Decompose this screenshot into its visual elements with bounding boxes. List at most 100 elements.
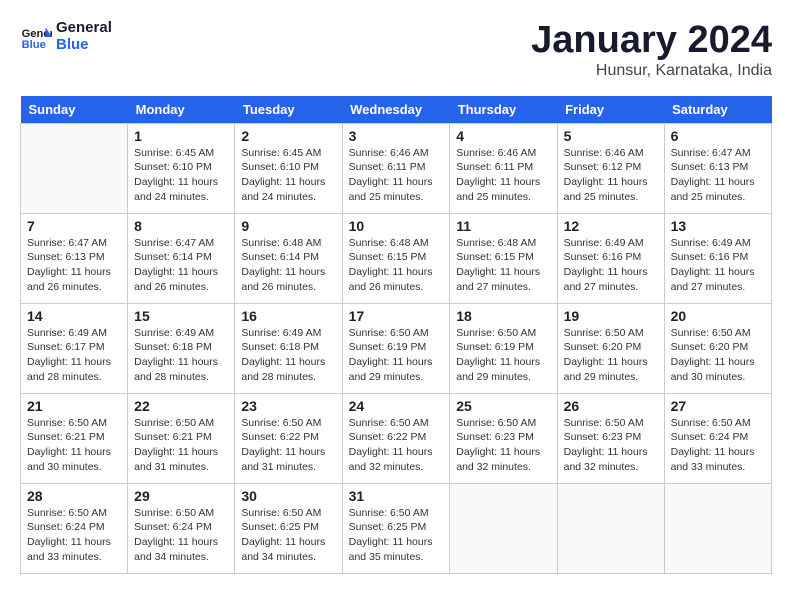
date-number: 5 xyxy=(564,128,658,144)
calendar-cell: 29 Sunrise: 6:50 AM Sunset: 6:24 PM Dayli… xyxy=(128,483,235,573)
date-number: 20 xyxy=(671,308,765,324)
cell-info: Sunrise: 6:50 AM Sunset: 6:25 PM Dayligh… xyxy=(349,506,444,565)
calendar-cell: 18 Sunrise: 6:50 AM Sunset: 6:19 PM Dayli… xyxy=(450,303,557,393)
date-number: 28 xyxy=(27,488,121,504)
cell-info: Sunrise: 6:50 AM Sunset: 6:23 PM Dayligh… xyxy=(564,416,658,475)
date-number: 11 xyxy=(456,218,550,234)
calendar-cell: 17Sunrise: 6:50 AM Sunset: 6:19 PM Dayli… xyxy=(342,303,450,393)
calendar-cell: 5 Sunrise: 6:46 AM Sunset: 6:12 PM Daylig… xyxy=(557,123,664,213)
calendar-cell: 16 Sunrise: 6:49 AM Sunset: 6:18 PM Dayli… xyxy=(235,303,342,393)
calendar-cell: 30Sunrise: 6:50 AM Sunset: 6:25 PM Dayli… xyxy=(235,483,342,573)
cell-info: Sunrise: 6:49 AM Sunset: 6:16 PM Dayligh… xyxy=(671,236,765,295)
calendar-cell: 9 Sunrise: 6:48 AM Sunset: 6:14 PM Daylig… xyxy=(235,213,342,303)
calendar-subtitle: Hunsur, Karnataka, India xyxy=(531,62,772,80)
date-number: 16 xyxy=(241,308,335,324)
date-number: 24 xyxy=(349,398,444,414)
date-number: 26 xyxy=(564,398,658,414)
cell-info: Sunrise: 6:50 AM Sunset: 6:25 PM Dayligh… xyxy=(241,506,335,565)
calendar-cell: 12 Sunrise: 6:49 AM Sunset: 6:16 PM Dayli… xyxy=(557,213,664,303)
week-row-4: 21 Sunrise: 6:50 AM Sunset: 6:21 PM Dayli… xyxy=(21,393,772,483)
day-header-monday: Monday xyxy=(128,96,235,124)
cell-info: Sunrise: 6:47 AM Sunset: 6:13 PM Dayligh… xyxy=(27,236,121,295)
cell-info: Sunrise: 6:50 AM Sunset: 6:23 PM Dayligh… xyxy=(456,416,550,475)
calendar-cell xyxy=(664,483,771,573)
date-number: 29 xyxy=(134,488,228,504)
cell-info: Sunrise: 6:49 AM Sunset: 6:16 PM Dayligh… xyxy=(564,236,658,295)
cell-info: Sunrise: 6:50 AM Sunset: 6:20 PM Dayligh… xyxy=(671,326,765,385)
week-row-5: 28 Sunrise: 6:50 AM Sunset: 6:24 PM Dayli… xyxy=(21,483,772,573)
calendar-cell: 24 Sunrise: 6:50 AM Sunset: 6:22 PM Dayli… xyxy=(342,393,450,483)
date-number: 9 xyxy=(241,218,335,234)
calendar-cell: 7 Sunrise: 6:47 AM Sunset: 6:13 PM Daylig… xyxy=(21,213,128,303)
date-number: 19 xyxy=(564,308,658,324)
cell-info: Sunrise: 6:50 AM Sunset: 6:21 PM Dayligh… xyxy=(134,416,228,475)
date-number: 22 xyxy=(134,398,228,414)
date-number: 13 xyxy=(671,218,765,234)
cell-info: Sunrise: 6:50 AM Sunset: 6:24 PM Dayligh… xyxy=(134,506,228,565)
cell-info: Sunrise: 6:50 AM Sunset: 6:19 PM Dayligh… xyxy=(456,326,550,385)
calendar-cell: 27 Sunrise: 6:50 AM Sunset: 6:24 PM Dayli… xyxy=(664,393,771,483)
cell-info: Sunrise: 6:46 AM Sunset: 6:12 PM Dayligh… xyxy=(564,146,658,205)
day-header-saturday: Saturday xyxy=(664,96,771,124)
date-number: 3 xyxy=(349,128,444,144)
date-number: 14 xyxy=(27,308,121,324)
day-header-tuesday: Tuesday xyxy=(235,96,342,124)
cell-info: Sunrise: 6:48 AM Sunset: 6:15 PM Dayligh… xyxy=(456,236,550,295)
logo: General Blue General Blue xyxy=(20,20,112,53)
calendar-cell: 10 Sunrise: 6:48 AM Sunset: 6:15 PM Dayli… xyxy=(342,213,450,303)
date-number: 17 xyxy=(349,308,444,324)
calendar-cell: 1 Sunrise: 6:45 AM Sunset: 6:10 PM Daylig… xyxy=(128,123,235,213)
date-number: 8 xyxy=(134,218,228,234)
calendar-cell: 2Sunrise: 6:45 AM Sunset: 6:10 PM Daylig… xyxy=(235,123,342,213)
calendar-title: January 2024 xyxy=(531,20,772,62)
calendar-cell: 23 Sunrise: 6:50 AM Sunset: 6:22 PM Dayli… xyxy=(235,393,342,483)
cell-info: Sunrise: 6:50 AM Sunset: 6:24 PM Dayligh… xyxy=(27,506,121,565)
date-number: 21 xyxy=(27,398,121,414)
calendar-cell xyxy=(557,483,664,573)
calendar-cell: 14 Sunrise: 6:49 AM Sunset: 6:17 PM Dayli… xyxy=(21,303,128,393)
date-number: 18 xyxy=(456,308,550,324)
logo-general: General xyxy=(56,20,112,37)
calendar-table: SundayMondayTuesdayWednesdayThursdayFrid… xyxy=(20,96,772,574)
cell-info: Sunrise: 6:49 AM Sunset: 6:18 PM Dayligh… xyxy=(134,326,228,385)
calendar-cell: 19 Sunrise: 6:50 AM Sunset: 6:20 PM Dayli… xyxy=(557,303,664,393)
cell-info: Sunrise: 6:50 AM Sunset: 6:21 PM Dayligh… xyxy=(27,416,121,475)
header: General Blue General Blue January 2024 H… xyxy=(20,20,772,80)
date-number: 10 xyxy=(349,218,444,234)
calendar-cell: 26 Sunrise: 6:50 AM Sunset: 6:23 PM Dayli… xyxy=(557,393,664,483)
date-number: 1 xyxy=(134,128,228,144)
cell-info: Sunrise: 6:50 AM Sunset: 6:22 PM Dayligh… xyxy=(241,416,335,475)
date-number: 7 xyxy=(27,218,121,234)
logo-blue: Blue xyxy=(56,37,112,54)
date-number: 12 xyxy=(564,218,658,234)
calendar-cell: 6Sunrise: 6:47 AM Sunset: 6:13 PM Daylig… xyxy=(664,123,771,213)
date-number: 15 xyxy=(134,308,228,324)
calendar-cell: 28 Sunrise: 6:50 AM Sunset: 6:24 PM Dayli… xyxy=(21,483,128,573)
date-number: 27 xyxy=(671,398,765,414)
week-row-1: 1 Sunrise: 6:45 AM Sunset: 6:10 PM Daylig… xyxy=(21,123,772,213)
day-header-thursday: Thursday xyxy=(450,96,557,124)
day-header-sunday: Sunday xyxy=(21,96,128,124)
calendar-cell: 20 Sunrise: 6:50 AM Sunset: 6:20 PM Dayli… xyxy=(664,303,771,393)
cell-info: Sunrise: 6:45 AM Sunset: 6:10 PM Dayligh… xyxy=(134,146,228,205)
cell-info: Sunrise: 6:50 AM Sunset: 6:20 PM Dayligh… xyxy=(564,326,658,385)
cell-info: Sunrise: 6:47 AM Sunset: 6:14 PM Dayligh… xyxy=(134,236,228,295)
calendar-cell: 22 Sunrise: 6:50 AM Sunset: 6:21 PM Dayli… xyxy=(128,393,235,483)
calendar-cell: 13 Sunrise: 6:49 AM Sunset: 6:16 PM Dayli… xyxy=(664,213,771,303)
cell-info: Sunrise: 6:48 AM Sunset: 6:15 PM Dayligh… xyxy=(349,236,444,295)
date-number: 31 xyxy=(349,488,444,504)
calendar-cell: 31 Sunrise: 6:50 AM Sunset: 6:25 PM Dayli… xyxy=(342,483,450,573)
calendar-cell: 15 Sunrise: 6:49 AM Sunset: 6:18 PM Dayli… xyxy=(128,303,235,393)
cell-info: Sunrise: 6:48 AM Sunset: 6:14 PM Dayligh… xyxy=(241,236,335,295)
cell-info: Sunrise: 6:50 AM Sunset: 6:24 PM Dayligh… xyxy=(671,416,765,475)
logo-icon: General Blue xyxy=(20,21,52,53)
cell-info: Sunrise: 6:45 AM Sunset: 6:10 PM Dayligh… xyxy=(241,146,335,205)
date-number: 23 xyxy=(241,398,335,414)
calendar-cell: 11 Sunrise: 6:48 AM Sunset: 6:15 PM Dayli… xyxy=(450,213,557,303)
svg-text:Blue: Blue xyxy=(22,39,46,51)
cell-info: Sunrise: 6:50 AM Sunset: 6:22 PM Dayligh… xyxy=(349,416,444,475)
cell-info: Sunrise: 6:49 AM Sunset: 6:18 PM Dayligh… xyxy=(241,326,335,385)
cell-info: Sunrise: 6:49 AM Sunset: 6:17 PM Dayligh… xyxy=(27,326,121,385)
calendar-cell: 25 Sunrise: 6:50 AM Sunset: 6:23 PM Dayli… xyxy=(450,393,557,483)
date-number: 25 xyxy=(456,398,550,414)
